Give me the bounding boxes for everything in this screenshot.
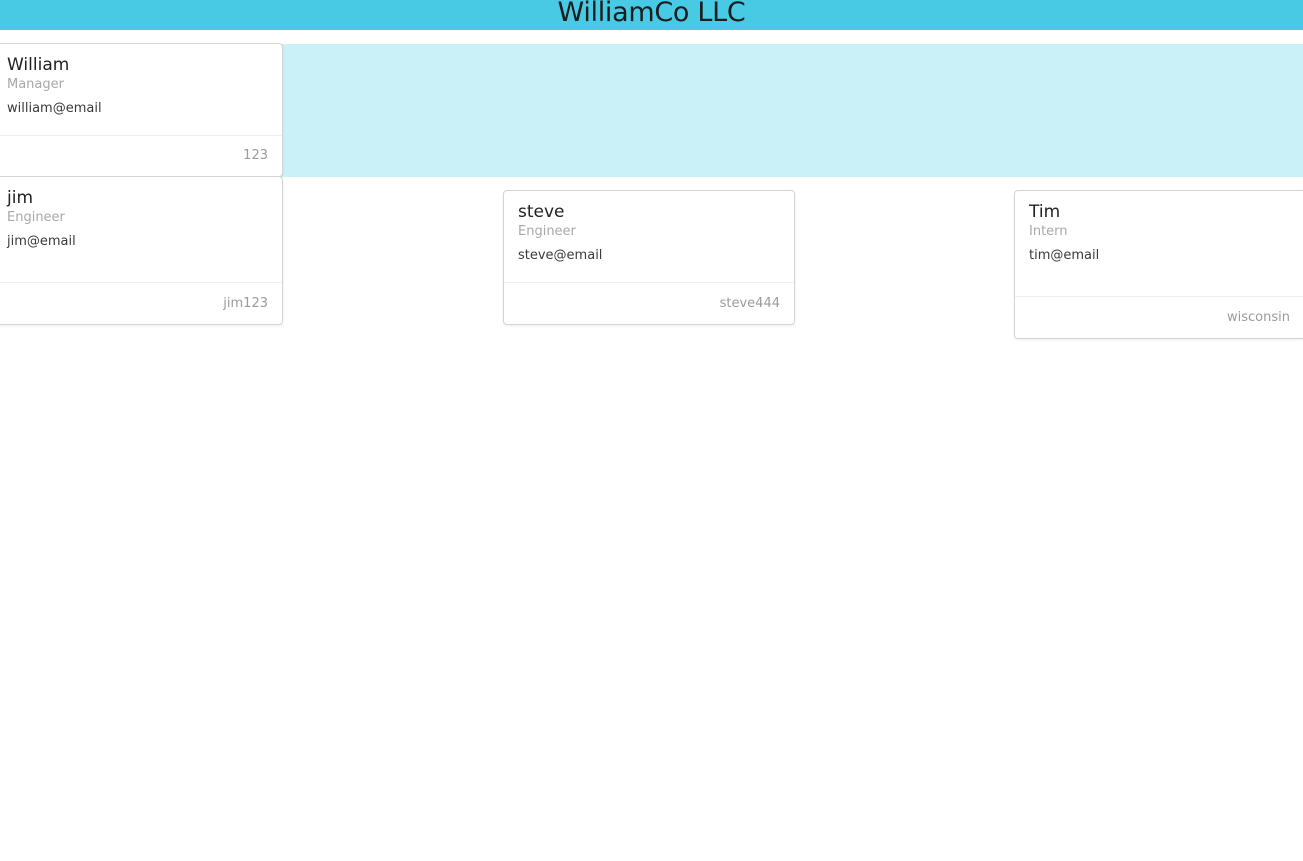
employee-card-steve[interactable]: steve Engineer steve@email steve444 — [503, 190, 795, 325]
employee-name: Tim — [1029, 202, 1061, 222]
employee-id: jim123 — [0, 282, 282, 324]
employee-name: William — [7, 55, 70, 75]
app-header: WilliamCo LLC — [0, 0, 1303, 30]
employee-name: steve — [518, 202, 565, 222]
employee-role: Intern — [1029, 224, 1068, 239]
employee-role: Manager — [7, 77, 64, 92]
employee-email: jim@email — [7, 234, 76, 249]
employee-email: william@email — [7, 101, 102, 116]
employee-name: jim — [7, 188, 34, 208]
employee-email: tim@email — [1029, 248, 1100, 263]
employee-card-tim[interactable]: Tim Intern tim@email wisconsin — [1014, 190, 1303, 339]
employee-card-william[interactable]: William Manager william@email 123 — [0, 43, 283, 177]
employee-email: steve@email — [518, 248, 603, 263]
employee-role: Engineer — [518, 224, 576, 239]
employee-id: steve444 — [504, 282, 794, 324]
employee-card-jim[interactable]: jim Engineer jim@email jim123 — [0, 176, 283, 325]
employee-id: wisconsin — [1015, 296, 1303, 338]
company-title: WilliamCo LLC — [557, 0, 746, 28]
employee-role: Engineer — [7, 210, 65, 225]
employee-id: 123 — [0, 135, 282, 176]
